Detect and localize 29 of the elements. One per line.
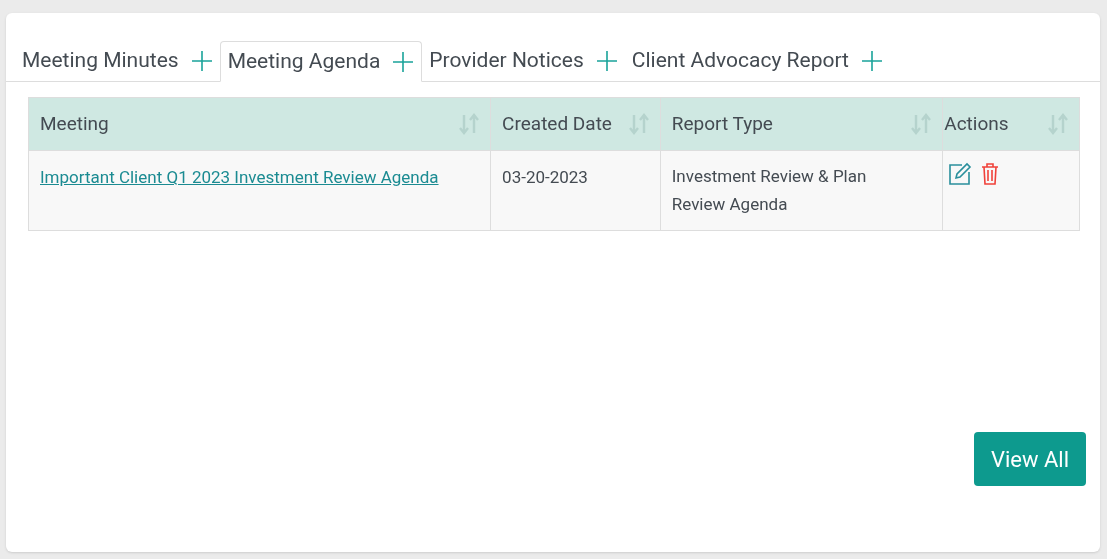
sort-icon[interactable] — [910, 112, 933, 136]
tab-label[interactable]: Meeting Agenda — [227, 45, 381, 78]
tab[interactable]: Meeting Minutes — [15, 41, 220, 81]
tab-label[interactable]: Meeting Minutes — [22, 45, 179, 77]
table-cell-text: Investment Review & Plan Review Agenda — [671, 165, 868, 216]
delete-icon[interactable] — [980, 162, 1001, 186]
column-title: Report Type — [671, 110, 773, 137]
column-title: Meeting — [40, 110, 109, 137]
column-header[interactable]: Actions — [943, 98, 1079, 150]
meeting-link[interactable]: Important Client Q1 2023 Investment Review Agenda — [40, 167, 439, 187]
tab-label[interactable]: Client Advocacy Report — [631, 45, 849, 77]
tab-label[interactable]: Provider Notices — [429, 45, 584, 77]
tab[interactable]: Provider Notices — [422, 41, 625, 81]
column-header[interactable]: Report Type — [660, 98, 944, 150]
add-icon[interactable] — [860, 50, 883, 72]
table-cell: 03-20-2023 — [502, 167, 588, 187]
tab[interactable]: Client Advocacy Report — [624, 41, 890, 81]
sort-icon[interactable] — [1047, 112, 1069, 136]
add-icon[interactable] — [595, 50, 618, 72]
sort-icon[interactable] — [627, 112, 650, 136]
tab[interactable]: Meeting Agenda — [219, 41, 423, 82]
add-icon[interactable] — [392, 50, 415, 73]
add-icon[interactable] — [190, 50, 213, 72]
column-header[interactable]: Created Date — [491, 98, 661, 150]
column-header[interactable]: Meeting — [29, 98, 492, 150]
edit-icon[interactable] — [948, 162, 973, 186]
column-title: Actions — [944, 110, 1009, 137]
sort-icon[interactable] — [458, 112, 481, 136]
column-title: Created Date — [502, 110, 612, 137]
